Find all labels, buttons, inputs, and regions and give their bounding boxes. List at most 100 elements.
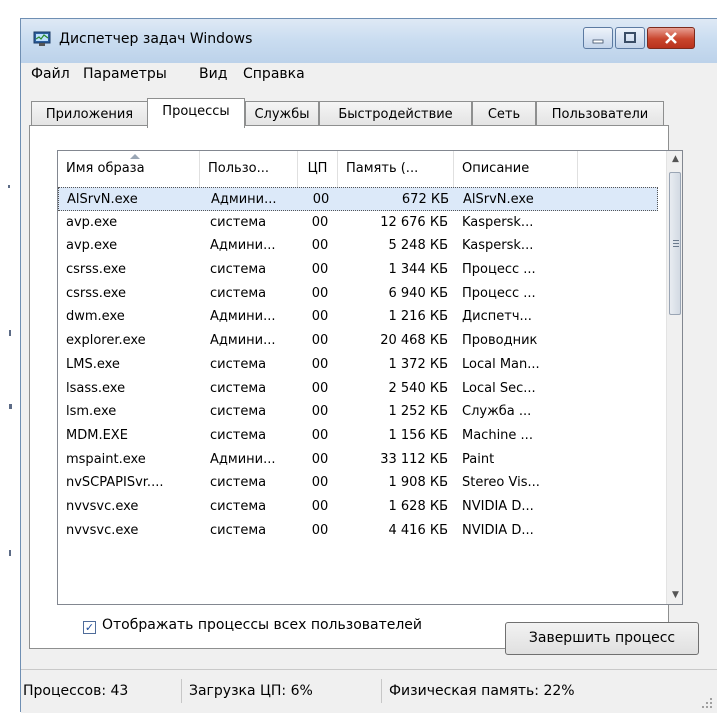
table-row[interactable]: nvSCPAPISvr.... система 00 1 908 КБ Ster… bbox=[58, 471, 658, 495]
process-cpu: 00 bbox=[311, 498, 329, 514]
process-memory: 2 540 КБ bbox=[388, 380, 449, 396]
process-cpu: 00 bbox=[311, 309, 329, 325]
process-description: Machine ... bbox=[462, 427, 533, 443]
table-row[interactable]: nvvsvc.exe система 00 4 416 КБ NVIDIA D.… bbox=[58, 519, 658, 543]
resize-grip-icon[interactable] bbox=[701, 697, 713, 709]
process-name: dwm.exe bbox=[66, 309, 125, 325]
table-row[interactable]: dwm.exe Админи... 00 1 216 КБ Диспетч... bbox=[58, 305, 658, 329]
title-bar[interactable]: Диспетчер задач Windows bbox=[21, 19, 717, 63]
process-name: nvvsvc.exe bbox=[66, 522, 139, 538]
process-name: explorer.exe bbox=[66, 333, 146, 349]
process-memory: 33 112 КБ bbox=[380, 451, 448, 467]
column-header-memory[interactable]: Память (... bbox=[338, 151, 454, 187]
process-name: csrss.exe bbox=[66, 262, 127, 278]
tab-network[interactable]: Сеть bbox=[472, 101, 536, 126]
process-description: Процесс ... bbox=[462, 285, 536, 301]
desktop-edge-mark bbox=[9, 330, 11, 336]
column-header-cpu[interactable]: ЦП bbox=[298, 151, 338, 187]
column-header-description[interactable]: Описание bbox=[454, 151, 578, 187]
process-user: система bbox=[210, 214, 267, 230]
process-user: Админи... bbox=[210, 238, 276, 254]
process-description: NVIDIA D... bbox=[462, 522, 534, 538]
task-manager-app-icon bbox=[33, 31, 51, 46]
process-description: Диспетч... bbox=[462, 309, 532, 325]
status-cpu-usage: Загрузка ЦП: 6% bbox=[189, 679, 382, 703]
table-row[interactable]: LMS.exe система 00 1 372 КБ Local Man... bbox=[58, 353, 658, 377]
menu-help[interactable]: Справка bbox=[243, 66, 305, 82]
process-user: система bbox=[210, 427, 267, 443]
process-user: система bbox=[210, 498, 267, 514]
process-user: Админи... bbox=[210, 451, 276, 467]
desktop-edge-mark bbox=[9, 550, 11, 556]
process-memory: 1 908 КБ bbox=[388, 475, 449, 491]
scrollbar-thumb[interactable] bbox=[669, 172, 681, 315]
table-row[interactable]: lsass.exe система 00 2 540 КБ Local Sec.… bbox=[58, 377, 658, 401]
process-cpu: 00 bbox=[311, 238, 329, 254]
status-physical-memory: Физическая память: 22% bbox=[389, 683, 575, 699]
table-row[interactable]: avp.exe Админи... 00 5 248 КБ Kaspersk..… bbox=[58, 234, 658, 258]
table-row[interactable]: mspaint.exe Админи... 00 33 112 КБ Paint bbox=[58, 448, 658, 472]
process-description: Paint bbox=[462, 451, 495, 467]
window-title: Диспетчер задач Windows bbox=[59, 31, 253, 47]
vertical-scrollbar[interactable]: ▲ ▼ bbox=[666, 151, 682, 604]
menu-options[interactable]: Параметры bbox=[83, 66, 167, 82]
tab-performance[interactable]: Быстродействие bbox=[319, 101, 472, 126]
process-cpu: 00 bbox=[311, 451, 329, 467]
tab-users[interactable]: Пользователи bbox=[536, 101, 664, 126]
scrollbar-grip bbox=[673, 246, 679, 247]
process-user: система bbox=[210, 356, 267, 372]
menu-file[interactable]: Файл bbox=[31, 66, 70, 82]
minimize-button[interactable] bbox=[583, 27, 613, 49]
process-user: система bbox=[210, 380, 267, 396]
list-header: Имя образа Пользо... ЦП Память (... Опис… bbox=[58, 151, 658, 188]
process-description: Kaspersk... bbox=[462, 238, 534, 254]
menu-view[interactable]: Вид bbox=[199, 66, 227, 82]
table-row[interactable]: explorer.exe Админи... 00 20 468 КБ Пров… bbox=[58, 329, 658, 353]
tab-processes[interactable]: Процессы bbox=[147, 98, 245, 128]
process-user: система bbox=[210, 475, 267, 491]
table-row[interactable]: avp.exe система 00 12 676 КБ Kaspersk... bbox=[58, 211, 658, 235]
process-list: Имя образа Пользо... ЦП Память (... Опис… bbox=[57, 150, 683, 605]
process-name: lsm.exe bbox=[66, 404, 117, 420]
tab-applications[interactable]: Приложения bbox=[31, 101, 148, 126]
close-button[interactable] bbox=[647, 27, 695, 49]
process-memory: 1 372 КБ bbox=[388, 356, 449, 372]
process-cpu: 00 bbox=[311, 356, 329, 372]
show-all-users-checkbox[interactable]: ✓ bbox=[83, 621, 96, 634]
process-cpu: 00 bbox=[311, 262, 329, 278]
column-header-image-name[interactable]: Имя образа bbox=[58, 151, 200, 187]
process-description: Проводник bbox=[462, 333, 538, 349]
table-row[interactable]: MDM.EXE система 00 1 156 КБ Machine ... bbox=[58, 424, 658, 448]
process-description: Служба ... bbox=[462, 404, 532, 420]
process-cpu: 00 bbox=[312, 192, 330, 207]
scrollbar-grip bbox=[673, 243, 679, 244]
maximize-icon bbox=[624, 32, 636, 43]
process-user: система bbox=[210, 262, 267, 278]
process-memory: 1 344 КБ bbox=[388, 262, 449, 278]
process-rows: AlSrvN.exe Админи... 00 672 КБ AlSrvN.ex… bbox=[58, 187, 658, 542]
process-user: Админи... bbox=[211, 192, 277, 207]
table-row[interactable]: nvvsvc.exe система 00 1 628 КБ NVIDIA D.… bbox=[58, 495, 658, 519]
show-all-users-label[interactable]: Отображать процессы всех пользователей bbox=[102, 617, 422, 633]
process-memory: 6 940 КБ bbox=[388, 285, 449, 301]
process-user: Админи... bbox=[210, 309, 276, 325]
table-row[interactable]: lsm.exe система 00 1 252 КБ Служба ... bbox=[58, 400, 658, 424]
task-manager-window: Диспетчер задач Windows Файл Параметры В… bbox=[20, 18, 717, 713]
process-memory: 1 216 КБ bbox=[388, 309, 449, 325]
scroll-down-icon[interactable]: ▼ bbox=[667, 587, 682, 604]
maximize-button[interactable] bbox=[615, 27, 645, 49]
process-memory: 5 248 КБ bbox=[388, 238, 449, 254]
tab-services[interactable]: Службы bbox=[245, 101, 319, 126]
table-row[interactable]: AlSrvN.exe Админи... 00 672 КБ AlSrvN.ex… bbox=[58, 187, 658, 211]
process-cpu: 00 bbox=[311, 285, 329, 301]
process-cpu: 00 bbox=[311, 475, 329, 491]
process-user: система bbox=[210, 522, 267, 538]
table-row[interactable]: csrss.exe система 00 6 940 КБ Процесс ..… bbox=[58, 282, 658, 306]
process-name: nvSCPAPISvr.... bbox=[66, 475, 164, 491]
scroll-up-icon[interactable]: ▲ bbox=[667, 151, 682, 168]
table-row[interactable]: csrss.exe система 00 1 344 КБ Процесс ..… bbox=[58, 258, 658, 282]
end-process-button[interactable]: Завершить процесс bbox=[505, 622, 699, 655]
process-name: mspaint.exe bbox=[66, 451, 146, 467]
process-name: avp.exe bbox=[66, 214, 118, 230]
column-header-user[interactable]: Пользо... bbox=[200, 151, 298, 187]
